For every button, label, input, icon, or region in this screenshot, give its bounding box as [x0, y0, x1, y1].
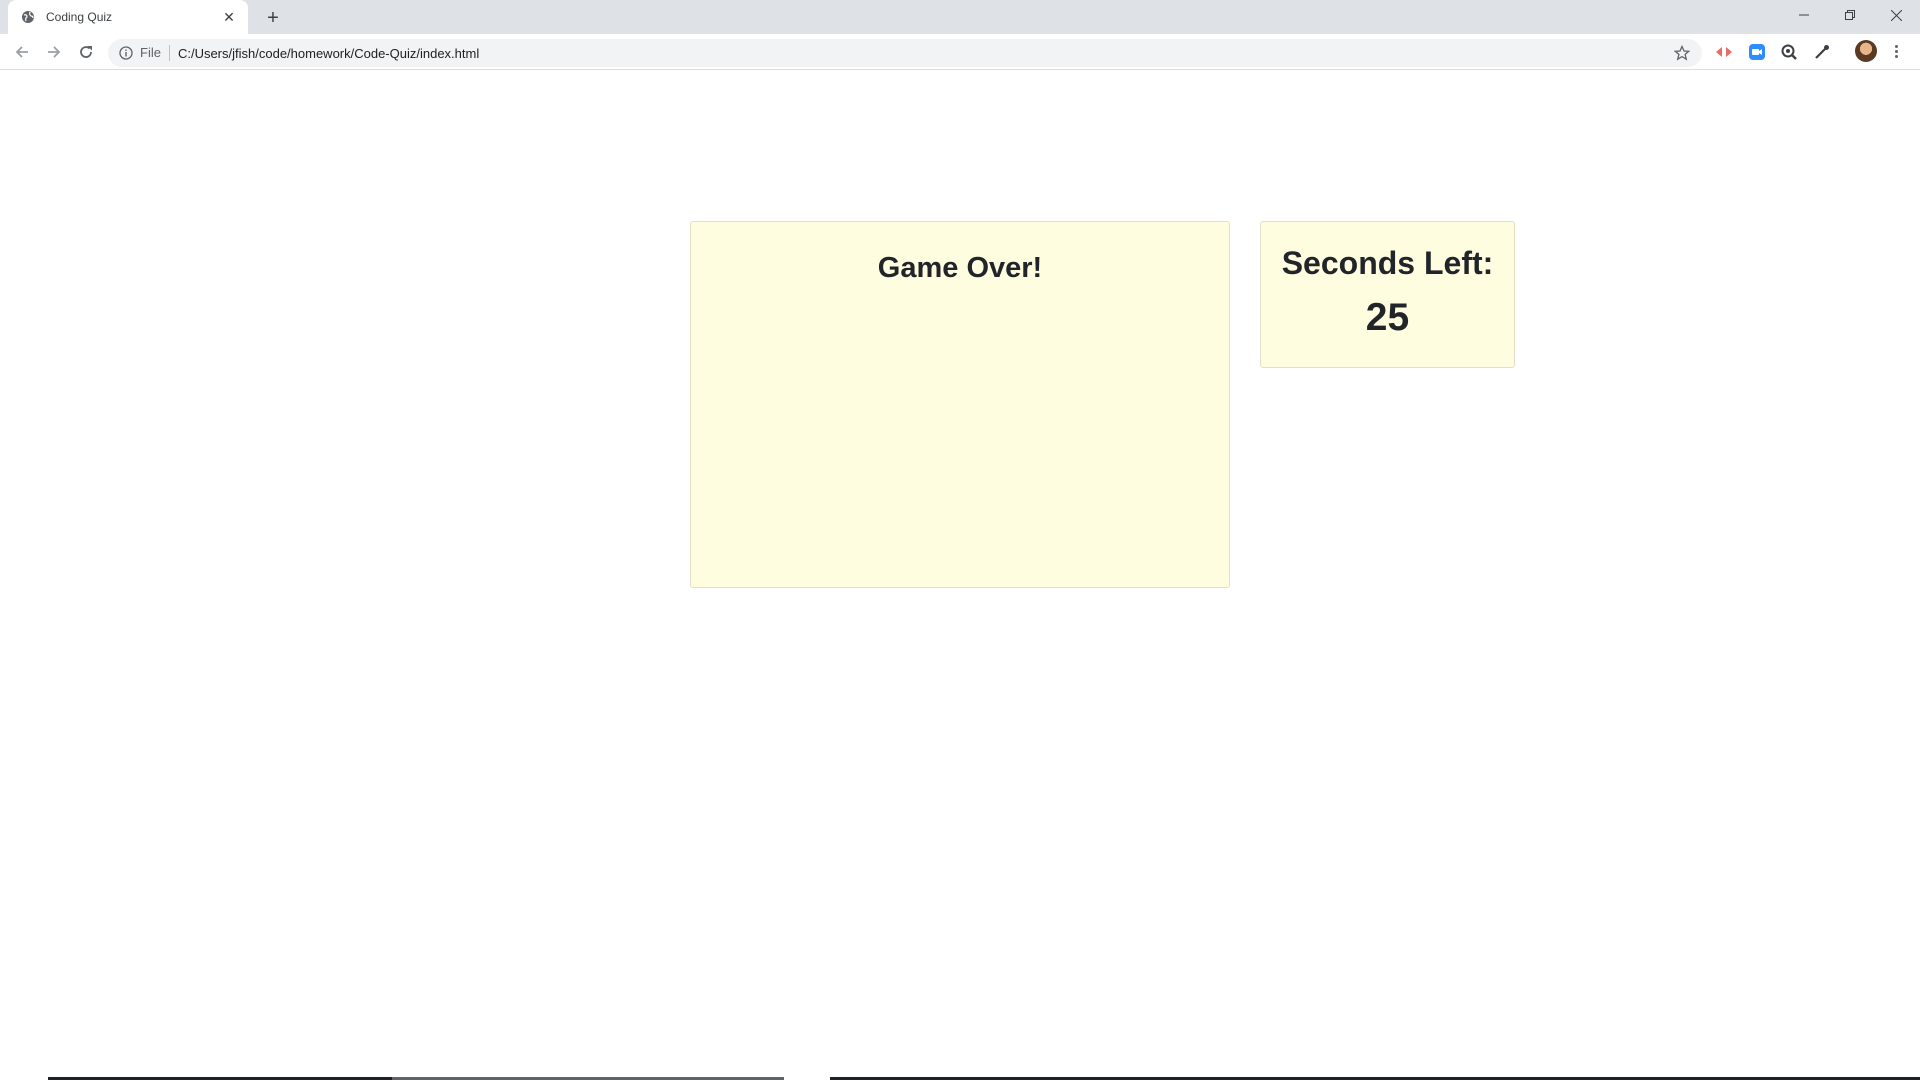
magnifier-extension-icon[interactable]	[1777, 41, 1801, 63]
window-close-icon[interactable]	[1873, 0, 1919, 30]
close-icon[interactable]: ✕	[220, 8, 238, 26]
tab-title: Coding Quiz	[46, 10, 113, 24]
url-text[interactable]: C:/Users/jfish/code/homework/Code-Quiz/i…	[178, 46, 1672, 61]
address-bar[interactable]: File C:/Users/jfish/code/homework/Code-Q…	[108, 39, 1702, 67]
menu-dots-icon[interactable]	[1886, 40, 1906, 62]
info-icon[interactable]	[118, 45, 134, 61]
back-arrow-icon[interactable]	[8, 38, 36, 66]
profile-avatar[interactable]	[1855, 40, 1877, 62]
minimize-icon[interactable]	[1781, 0, 1827, 30]
bookmark-star-icon[interactable]	[1672, 43, 1692, 63]
extension-arrows-icon[interactable]	[1712, 41, 1736, 63]
scheme-label: File	[140, 45, 170, 61]
eyedropper-extension-icon[interactable]	[1810, 41, 1834, 63]
timer-label: Seconds Left:	[1281, 245, 1494, 281]
new-tab-button[interactable]: +	[260, 5, 286, 31]
timer-card: Seconds Left: 25	[1260, 221, 1515, 368]
browser-toolbar: File C:/Users/jfish/code/homework/Code-Q…	[0, 34, 1920, 70]
browser-tab[interactable]: Coding Quiz ✕	[8, 0, 248, 34]
zoom-extension-icon[interactable]	[1745, 41, 1769, 63]
tab-strip: Coding Quiz ✕ +	[0, 0, 1920, 34]
plus-icon: +	[267, 6, 279, 29]
game-over-heading: Game Over!	[877, 252, 1043, 284]
globe-icon	[20, 9, 36, 25]
forward-arrow-icon[interactable]	[40, 38, 68, 66]
reload-icon[interactable]	[72, 38, 100, 66]
timer-value: 25	[1365, 296, 1410, 339]
quiz-card: Game Over!	[690, 221, 1230, 588]
restore-icon[interactable]	[1827, 0, 1873, 30]
